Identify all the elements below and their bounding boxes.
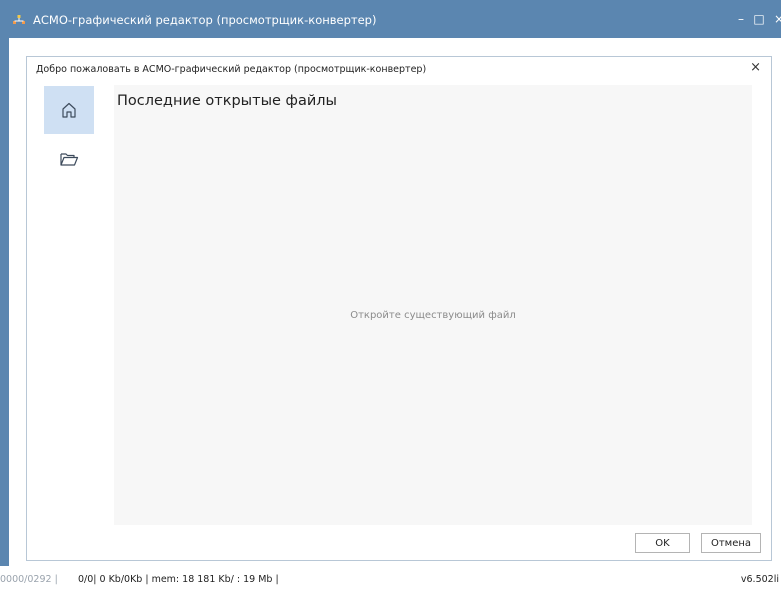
nav-open-file-button[interactable] [44, 146, 94, 172]
folder-open-icon [60, 153, 79, 166]
welcome-dialog: Добро пожаловать в АСМО-графический реда… [26, 56, 772, 561]
window-title: АСМО-графический редактор (просмотрщик-к… [33, 13, 377, 27]
recent-files-panel: Последние открытые файлы Откройте сущест… [114, 85, 752, 525]
app-icon [13, 15, 25, 24]
empty-state-text: Откройте существующий файл [350, 310, 516, 321]
dialog-close-button[interactable]: × [750, 61, 761, 74]
cancel-button[interactable]: Отмена [701, 533, 761, 553]
window-left-border [0, 38, 9, 566]
nav-home-button[interactable] [44, 86, 94, 134]
ok-button[interactable]: OK [635, 533, 690, 553]
status-info: 0/0| 0 Kb/0Kb | mem: 18 181 Kb/ : 19 Mb … [78, 574, 279, 585]
minimize-button[interactable]: – [735, 12, 747, 26]
status-version: v6.502li [740, 574, 779, 585]
close-window-button[interactable]: × [773, 12, 781, 26]
status-counter: 0000/0292 | [0, 574, 58, 585]
maximize-button[interactable]: □ [753, 12, 765, 26]
dialog-title: Добро пожаловать в АСМО-графический реда… [36, 64, 427, 75]
status-bar: 0000/0292 | 0/0| 0 Kb/0Kb | mem: 18 181 … [0, 566, 781, 590]
page-title: Последние открытые файлы [117, 93, 337, 109]
window-titlebar: АСМО-графический редактор (просмотрщик-к… [0, 0, 781, 38]
home-icon [62, 102, 76, 118]
